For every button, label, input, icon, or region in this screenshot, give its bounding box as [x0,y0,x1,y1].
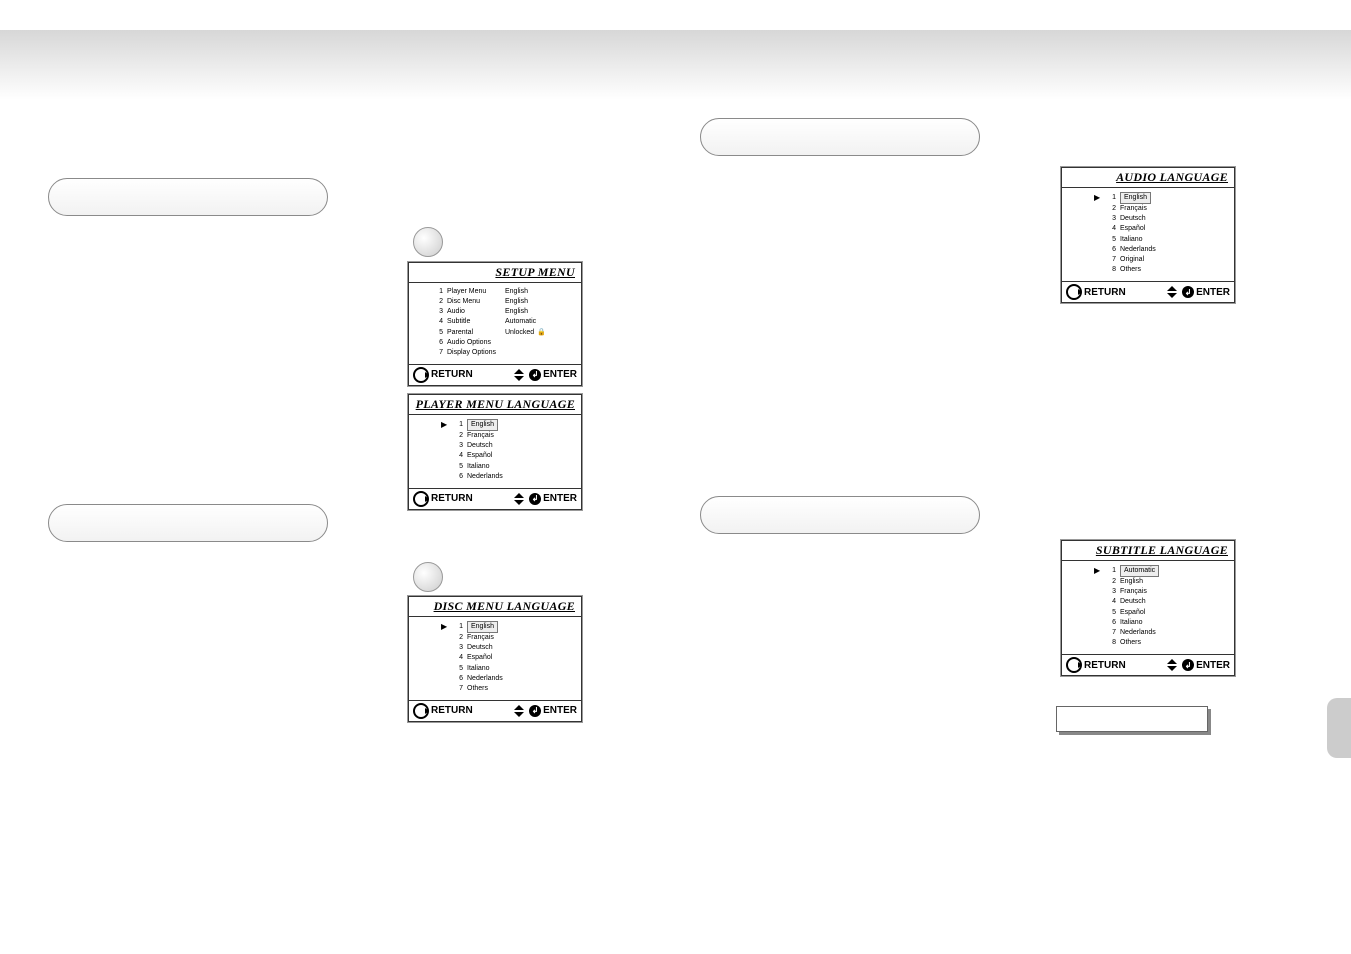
enter-label: ENTER [543,705,577,716]
cursor-icon: ▶ [441,621,447,633]
osd-subtitle-language: SUBTITLE LANGUAGE ▶ 1Automatic 2English … [1061,540,1235,676]
osd-setup-menu: SETUP MENU 1Player MenuEnglish 2Disc Men… [408,262,582,386]
osd-footer: RETURN ↲ENTER [1062,281,1234,302]
osd-disc-menu-language: DISC MENU LANGUAGE ▶ 1English 2Français … [408,596,582,722]
osd-body: ▶ 1English 2Français 3Deutsch 4Español 5… [1062,188,1234,281]
osd-title: AUDIO LANGUAGE [1062,168,1234,188]
osd-body: 1Player MenuEnglish 2Disc MenuEnglish 3A… [409,283,581,364]
side-tab [1327,698,1351,758]
osd-footer: RETURN ↲ENTER [409,364,581,385]
enter-label: ENTER [1196,660,1230,671]
cursor-icon: ▶ [441,419,447,431]
up-down-icon [1164,287,1180,297]
return-icon [1066,284,1082,300]
return-label: RETURN [1084,660,1126,671]
note-box [1056,706,1208,732]
enter-icon: ↲ [1182,659,1194,671]
enter-label: ENTER [1196,287,1230,298]
section-header-pill [48,504,328,542]
enter-icon: ↲ [529,705,541,717]
osd-title: SETUP MENU [409,263,581,283]
up-down-icon [511,706,527,716]
osd-audio-language: AUDIO LANGUAGE ▶ 1English 2Français 3Deu… [1061,167,1235,303]
return-label: RETURN [431,369,473,380]
osd-title: DISC MENU LANGUAGE [409,597,581,617]
section-header-pill [48,178,328,216]
osd-body: ▶ 1English 2Français 3Deutsch 4Español 5… [409,415,581,488]
osd-body: ▶ 1Automatic 2English 3Français 4Deutsch… [1062,561,1234,654]
step-number-circle [413,227,443,257]
enter-icon: ↲ [529,369,541,381]
enter-label: ENTER [543,493,577,504]
cursor-icon: ▶ [1094,565,1100,577]
enter-icon: ↲ [529,493,541,505]
osd-footer: RETURN ↲ENTER [409,700,581,721]
return-label: RETURN [431,705,473,716]
page-header-gradient [0,30,1351,100]
lock-icon: 🔒 [537,328,546,338]
osd-player-menu-language: PLAYER MENU LANGUAGE ▶ 1English 2Françai… [408,394,582,510]
cursor-icon: ▶ [1094,192,1100,204]
osd-title: PLAYER MENU LANGUAGE [409,395,581,415]
osd-footer: RETURN ↲ENTER [1062,654,1234,675]
return-icon [413,491,429,507]
enter-icon: ↲ [1182,286,1194,298]
up-down-icon [511,370,527,380]
return-label: RETURN [431,493,473,504]
return-icon [1066,657,1082,673]
step-number-circle [413,562,443,592]
return-label: RETURN [1084,287,1126,298]
osd-footer: RETURN ↲ENTER [409,488,581,509]
return-icon [413,367,429,383]
section-header-pill [700,118,980,156]
osd-body: ▶ 1English 2Français 3Deutsch 4Español 5… [409,617,581,700]
section-header-pill [700,496,980,534]
enter-label: ENTER [543,369,577,380]
up-down-icon [1164,660,1180,670]
up-down-icon [511,494,527,504]
osd-title: SUBTITLE LANGUAGE [1062,541,1234,561]
return-icon [413,703,429,719]
